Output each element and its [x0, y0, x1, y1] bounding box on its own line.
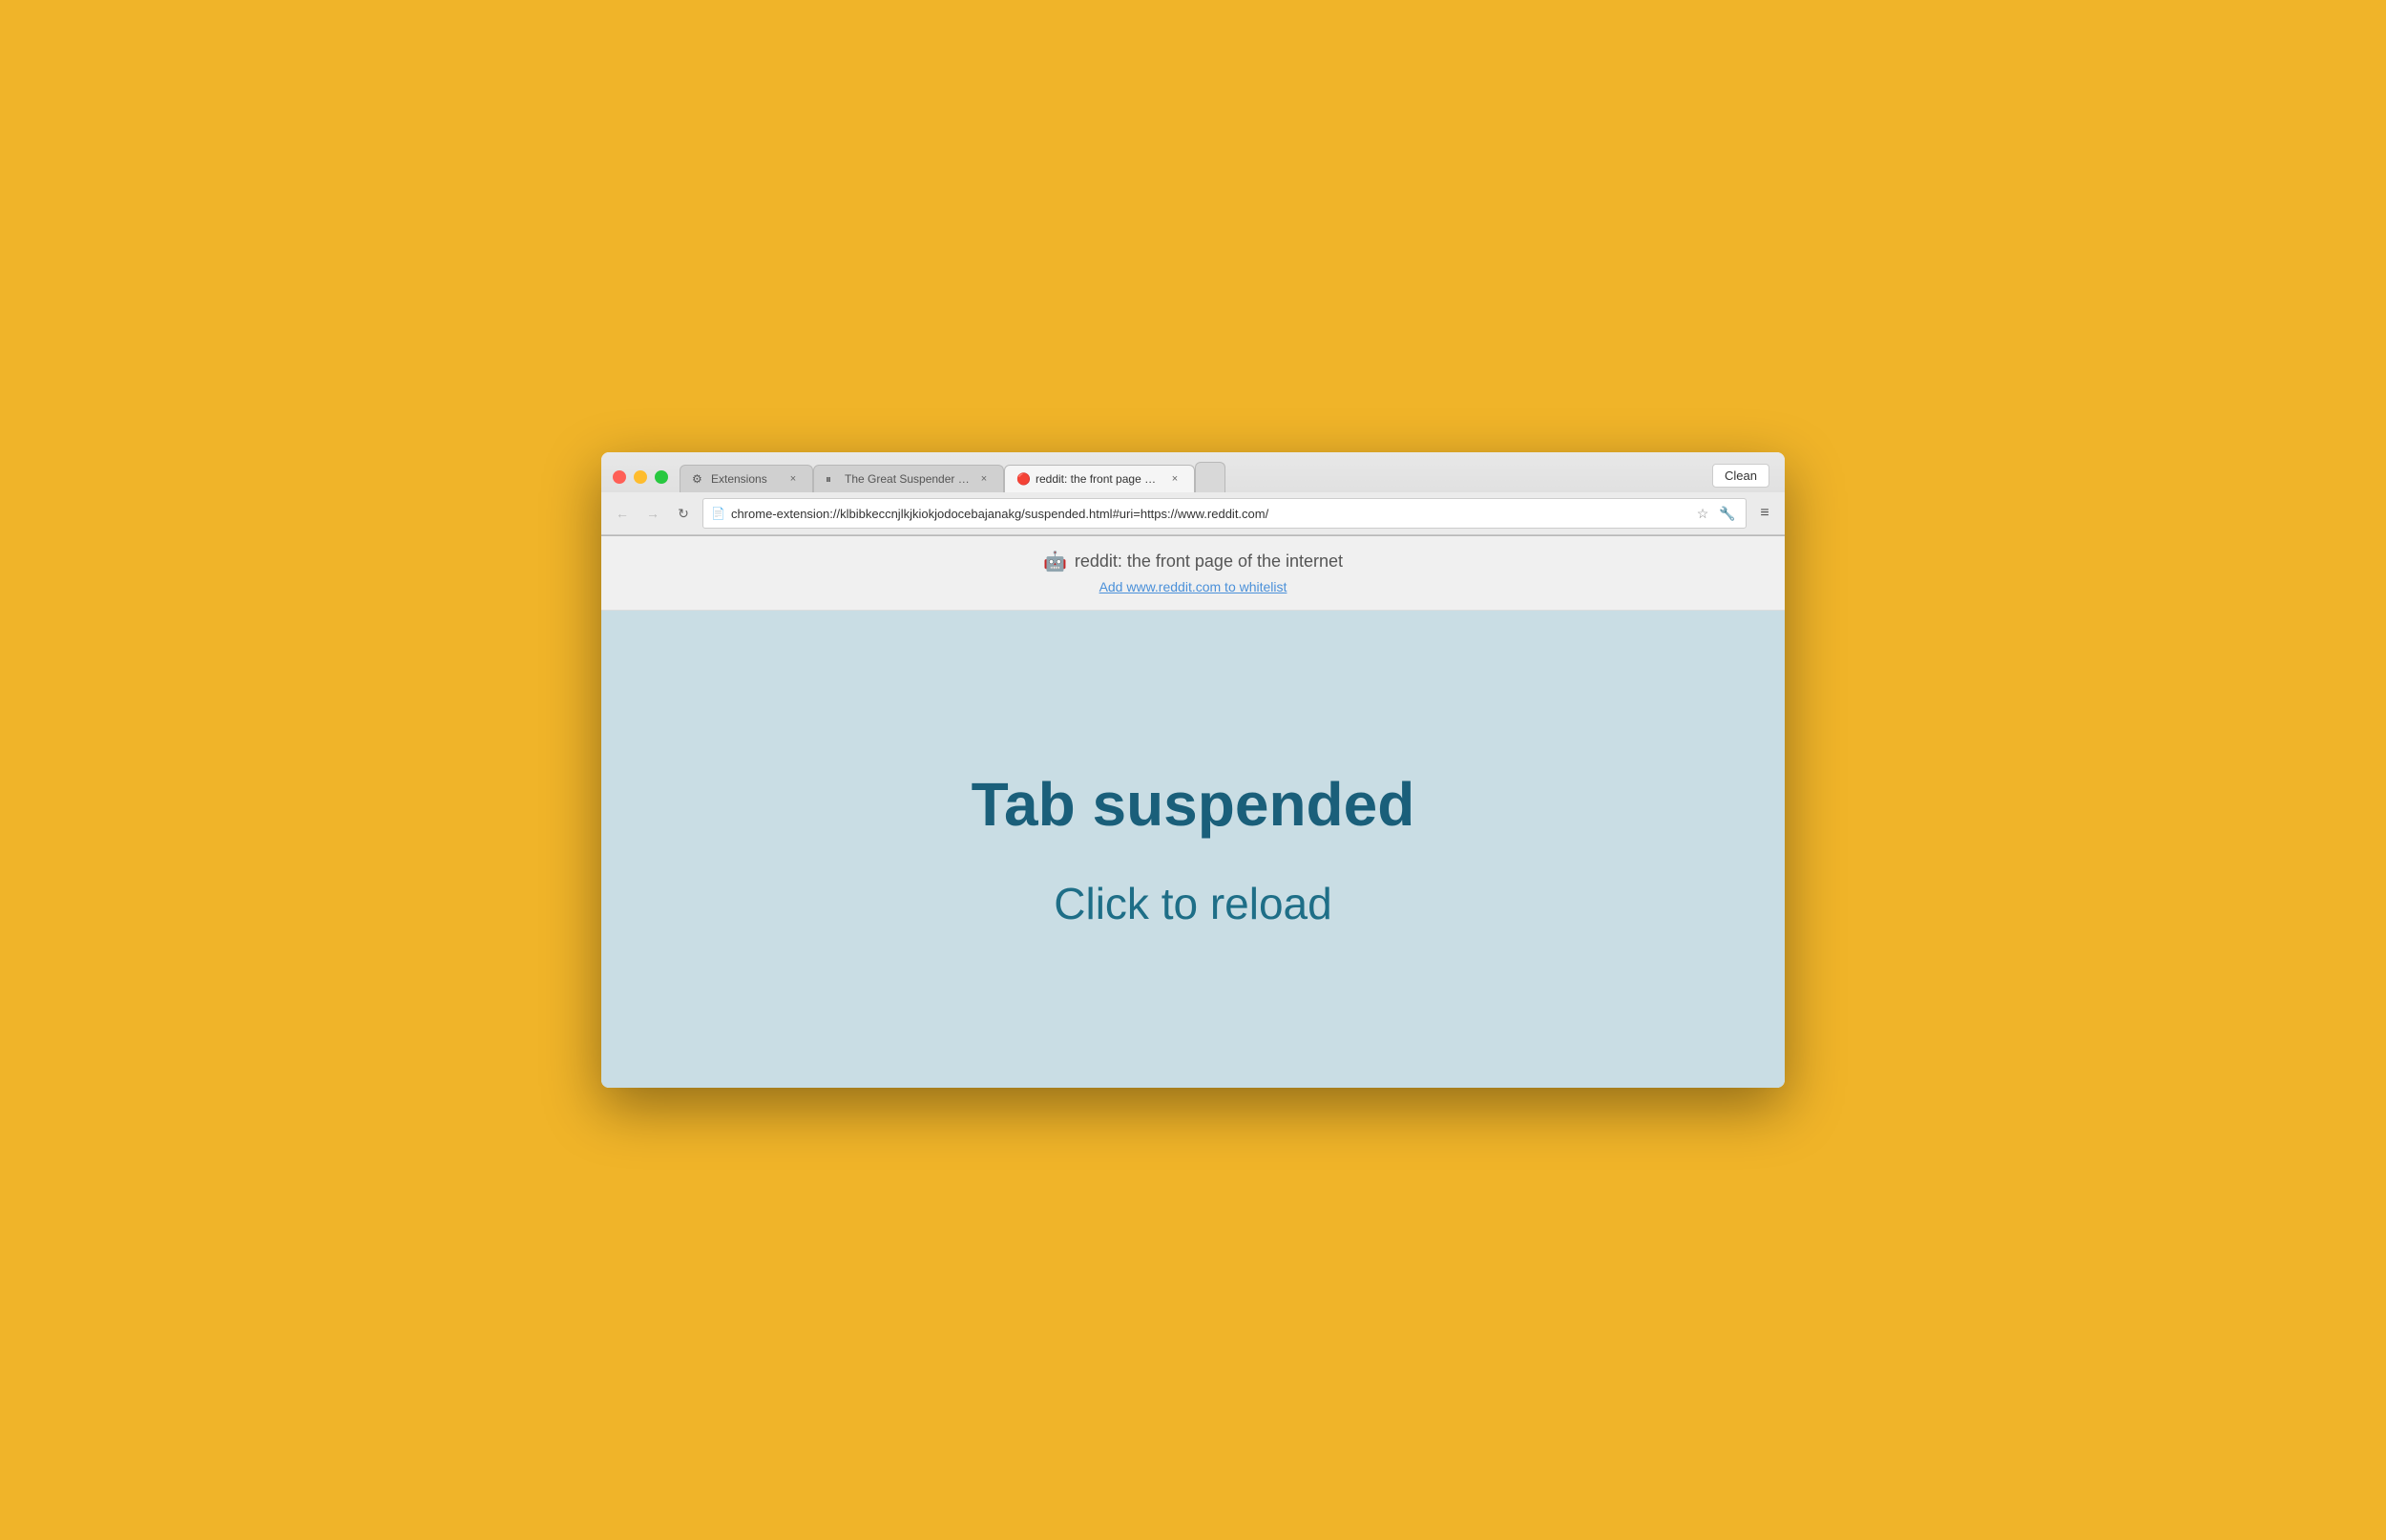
puzzle-icon: 🔧	[1719, 506, 1735, 522]
reddit-tab-favicon: 🔴	[1016, 472, 1030, 486]
window-minimize-button[interactable]	[634, 470, 647, 484]
url-page-icon: 📄	[711, 507, 725, 520]
page-title: 🤖 reddit: the front page of the internet	[620, 550, 1766, 573]
tab-extensions[interactable]: ⚙ Extensions ×	[680, 465, 813, 492]
clean-button[interactable]: Clean	[1712, 464, 1769, 488]
great-suspender-tab-close[interactable]: ×	[976, 471, 992, 487]
suspended-content[interactable]: Tab suspended Click to reload	[601, 611, 1785, 1088]
click-to-reload-text: Click to reload	[1054, 878, 1331, 929]
tabs-area: ⚙ Extensions × ⏸ The Great Suspender - C…	[680, 462, 1712, 492]
new-tab-ghost	[1195, 462, 1225, 492]
desktop: ⚙ Extensions × ⏸ The Great Suspender - C…	[0, 0, 2386, 1540]
extensions-tab-close[interactable]: ×	[785, 471, 801, 487]
hamburger-icon: ≡	[1760, 505, 1769, 522]
extensions-tab-favicon: ⚙	[692, 472, 705, 486]
reload-button[interactable]: ↻	[672, 502, 695, 525]
reddit-tab-close[interactable]: ×	[1167, 471, 1183, 487]
chrome-extension-button[interactable]: 🔧	[1717, 503, 1738, 524]
bookmark-star-button[interactable]: ☆	[1692, 503, 1713, 524]
reddit-icon: 🤖	[1043, 550, 1067, 573]
great-suspender-tab-label: The Great Suspender - Ch…	[845, 472, 971, 486]
info-bar: 🤖 reddit: the front page of the internet…	[601, 536, 1785, 611]
url-text: chrome-extension://klbibkeccnjlkjkiokjod…	[731, 507, 1686, 521]
window-close-button[interactable]	[613, 470, 626, 484]
url-actions: ☆ 🔧	[1692, 503, 1738, 524]
extensions-tab-label: Extensions	[711, 472, 780, 486]
whitelist-link[interactable]: Add www.reddit.com to whitelist	[1099, 579, 1287, 594]
window-maximize-button[interactable]	[655, 470, 668, 484]
suspended-title: Tab suspended	[972, 769, 1415, 840]
great-suspender-tab-favicon: ⏸	[826, 472, 839, 486]
reddit-tab-label: reddit: the front page of th…	[1036, 472, 1162, 486]
title-bar: ⚙ Extensions × ⏸ The Great Suspender - C…	[601, 452, 1785, 536]
window-controls	[613, 470, 668, 484]
back-button[interactable]: ←	[611, 502, 634, 525]
browser-window: ⚙ Extensions × ⏸ The Great Suspender - C…	[601, 452, 1785, 1088]
tab-great-suspender[interactable]: ⏸ The Great Suspender - Ch… ×	[813, 465, 1004, 492]
url-bar[interactable]: 📄 chrome-extension://klbibkeccnjlkjkiokj…	[702, 498, 1747, 529]
address-bar: ← → ↻ 📄 chrome-extension://klbibkeccnjlk…	[601, 492, 1785, 535]
star-icon: ☆	[1697, 506, 1709, 522]
reload-icon: ↻	[678, 506, 689, 522]
page-title-text: reddit: the front page of the internet	[1075, 551, 1343, 572]
tab-reddit[interactable]: 🔴 reddit: the front page of th… ×	[1004, 465, 1195, 492]
menu-button[interactable]: ≡	[1754, 503, 1775, 524]
back-icon: ←	[616, 506, 629, 521]
forward-button[interactable]: →	[641, 502, 664, 525]
forward-icon: →	[646, 506, 659, 521]
